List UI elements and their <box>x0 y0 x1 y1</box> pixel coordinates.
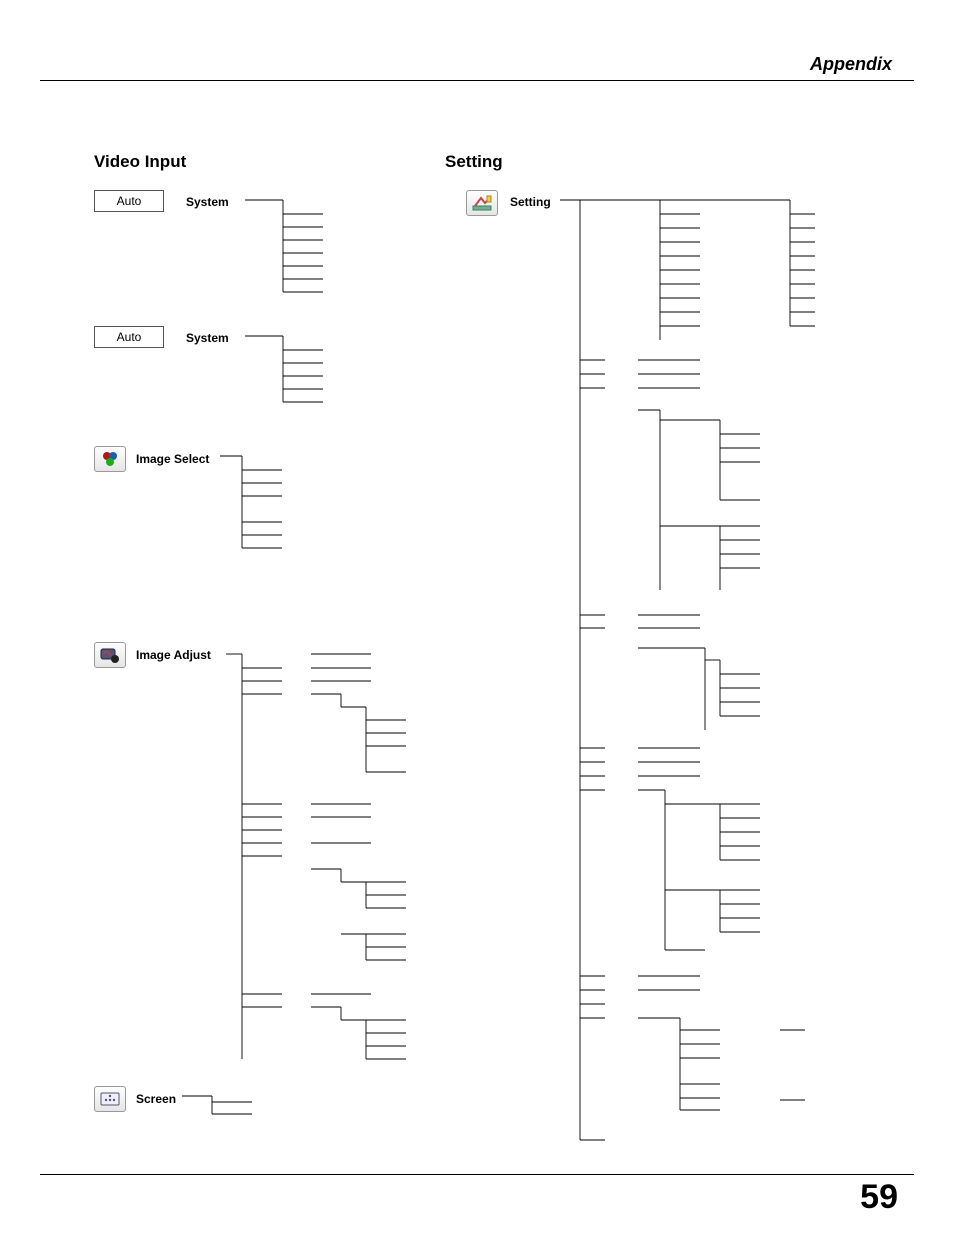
page-number: 59 <box>860 1178 898 1217</box>
image-select-icon <box>94 446 126 472</box>
label-image-adjust: Image Adjust <box>136 648 211 662</box>
tree-image-adjust <box>226 644 436 1074</box>
label-setting: Setting <box>510 195 551 209</box>
tree-screen <box>182 1086 272 1126</box>
setting-icon <box>466 190 498 216</box>
label-image-select: Image Select <box>136 452 209 466</box>
label-screen: Screen <box>136 1092 176 1106</box>
section-title-setting: Setting <box>445 152 503 172</box>
tree-setting <box>560 190 820 1150</box>
section-title-video-input: Video Input <box>94 152 186 172</box>
header-rule <box>40 80 914 81</box>
screen-icon <box>94 1086 126 1112</box>
footer-rule <box>40 1174 914 1175</box>
tree-system-2 <box>245 326 335 416</box>
label-system-2: System <box>186 331 229 345</box>
auto-box-2: Auto <box>94 326 164 348</box>
label-system-1: System <box>186 195 229 209</box>
tree-image-select <box>220 446 310 566</box>
page-header-title: Appendix <box>810 54 892 75</box>
tree-system-1 <box>245 190 335 300</box>
auto-box-1: Auto <box>94 190 164 212</box>
image-adjust-icon <box>94 642 126 668</box>
